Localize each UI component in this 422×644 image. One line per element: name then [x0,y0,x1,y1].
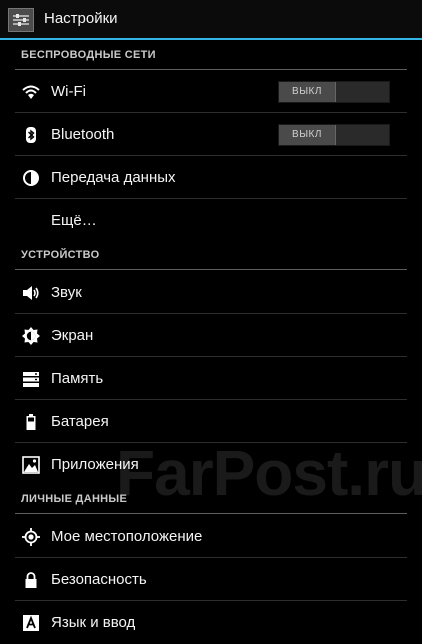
settings-item-label: Приложения [51,456,139,473]
page-title: Настройки [44,10,118,27]
settings-item-label: Батарея [51,413,109,430]
wifi-toggle[interactable]: ВЫКЛ [278,81,390,103]
settings-item-storage[interactable]: Память [0,357,422,400]
toggle-state-label: ВЫКЛ [279,125,336,145]
settings-item-label: Язык и ввод [51,614,136,631]
settings-item-label: Ещё… [51,212,97,229]
settings-item-wifi[interactable]: Wi-Fi ВЫКЛ [0,70,422,113]
section-header-device: УСТРОЙСТВО [0,242,422,270]
toggle-state-label: ВЫКЛ [279,82,336,102]
section-header-wireless: БЕСПРОВОДНЫЕ СЕТИ [0,42,422,70]
settings-item-label: Память [51,370,104,387]
settings-item-label: Передача данных [51,169,176,186]
display-icon [22,327,40,345]
settings-item-sound[interactable]: Звук [0,271,422,314]
settings-item-label: Wi-Fi [51,83,86,100]
section-divider [15,269,407,270]
bluetooth-icon [22,126,40,144]
battery-icon [22,413,40,431]
lock-icon [22,571,40,589]
settings-item-security[interactable]: Безопасность [0,558,422,601]
settings-item-display[interactable]: Экран [0,314,422,357]
apps-icon [22,456,40,474]
sound-icon [22,284,40,302]
data-usage-icon [22,169,40,187]
settings-item-data-usage[interactable]: Передача данных [0,156,422,199]
settings-item-battery[interactable]: Батарея [0,400,422,443]
language-icon [22,614,40,632]
section-title: БЕСПРОВОДНЫЕ СЕТИ [21,49,156,61]
settings-item-location[interactable]: Мое местоположение [0,515,422,558]
location-icon [22,528,40,546]
settings-item-label: Мое местоположение [51,528,203,545]
settings-app-icon[interactable] [8,8,34,32]
settings-item-label: Звук [51,284,82,301]
section-header-personal: ЛИЧНЫЕ ДАННЫЕ [0,486,422,514]
settings-item-apps[interactable]: Приложения [0,443,422,486]
settings-item-language[interactable]: Язык и ввод [0,601,422,644]
section-divider [15,513,407,514]
settings-item-more[interactable]: Ещё… [0,199,422,242]
settings-item-label: Bluetooth [51,126,115,143]
settings-item-label: Экран [51,327,94,344]
section-title: УСТРОЙСТВО [21,249,100,261]
action-bar: Настройки [0,0,422,40]
section-title: ЛИЧНЫЕ ДАННЫЕ [21,493,128,505]
storage-icon [22,370,40,388]
wifi-icon [22,83,40,101]
bluetooth-toggle[interactable]: ВЫКЛ [278,124,390,146]
settings-item-bluetooth[interactable]: Bluetooth ВЫКЛ [0,113,422,156]
settings-item-label: Безопасность [51,571,147,588]
